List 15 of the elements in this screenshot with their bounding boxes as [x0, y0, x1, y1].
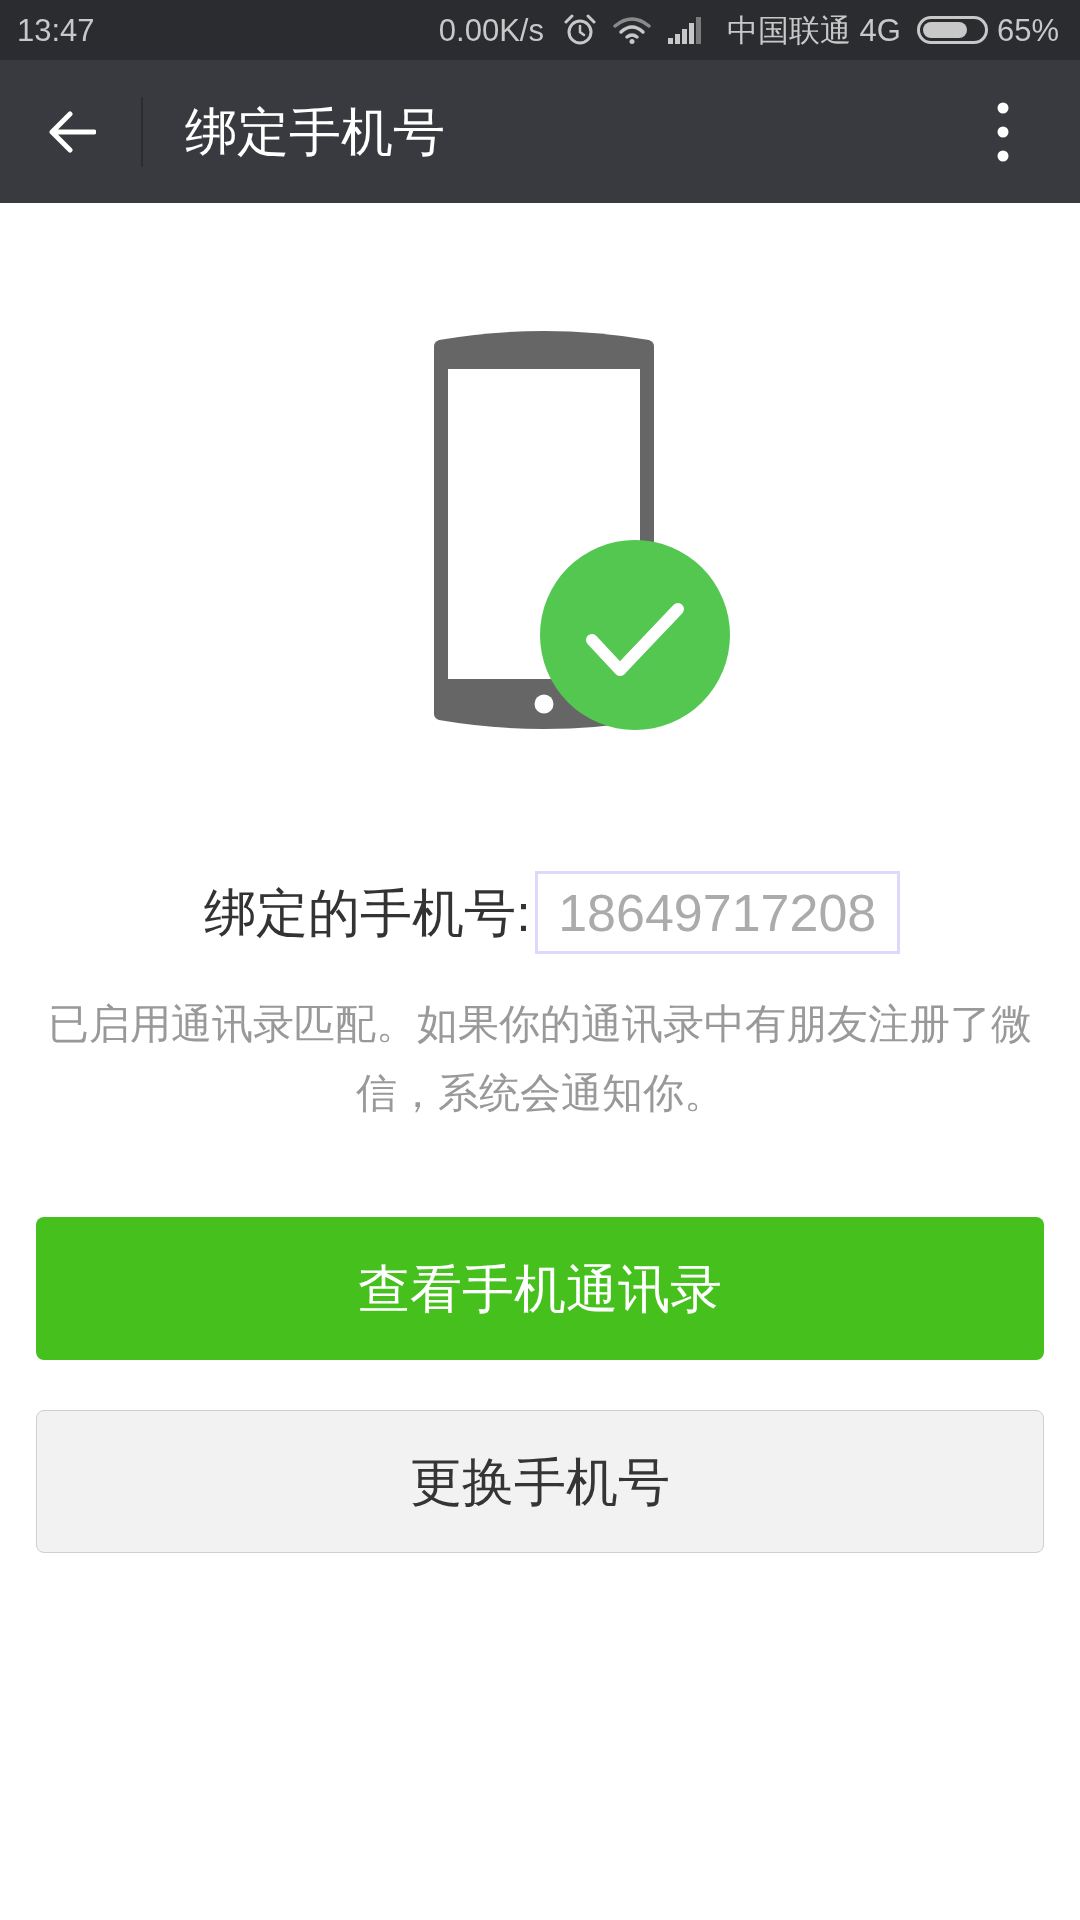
clock-time: 13:47 — [17, 14, 95, 46]
wifi-icon — [613, 16, 651, 44]
phone-with-check-icon — [434, 330, 730, 730]
battery-icon — [916, 16, 988, 44]
alarm-clock-icon — [564, 14, 596, 46]
change-number-button[interactable]: 更换手机号 — [36, 1410, 1044, 1553]
phone-number-value: 18649717208 — [534, 871, 900, 954]
contact-matching-notice: 已启用通讯录匹配。如果你的通讯录中有朋友注册了微信，系统会通知你。 — [47, 1000, 1033, 1118]
network-speed: 0.00K/s — [438, 14, 544, 46]
page-title: 绑定手机号 — [185, 105, 445, 158]
battery-percentage: 65% — [996, 14, 1059, 46]
bound-number-label: 绑定的手机号: — [204, 886, 531, 939]
carrier-name: 中国联通 4G — [727, 14, 901, 46]
arrow-left-icon — [48, 110, 96, 153]
more-icon — [997, 101, 1009, 162]
